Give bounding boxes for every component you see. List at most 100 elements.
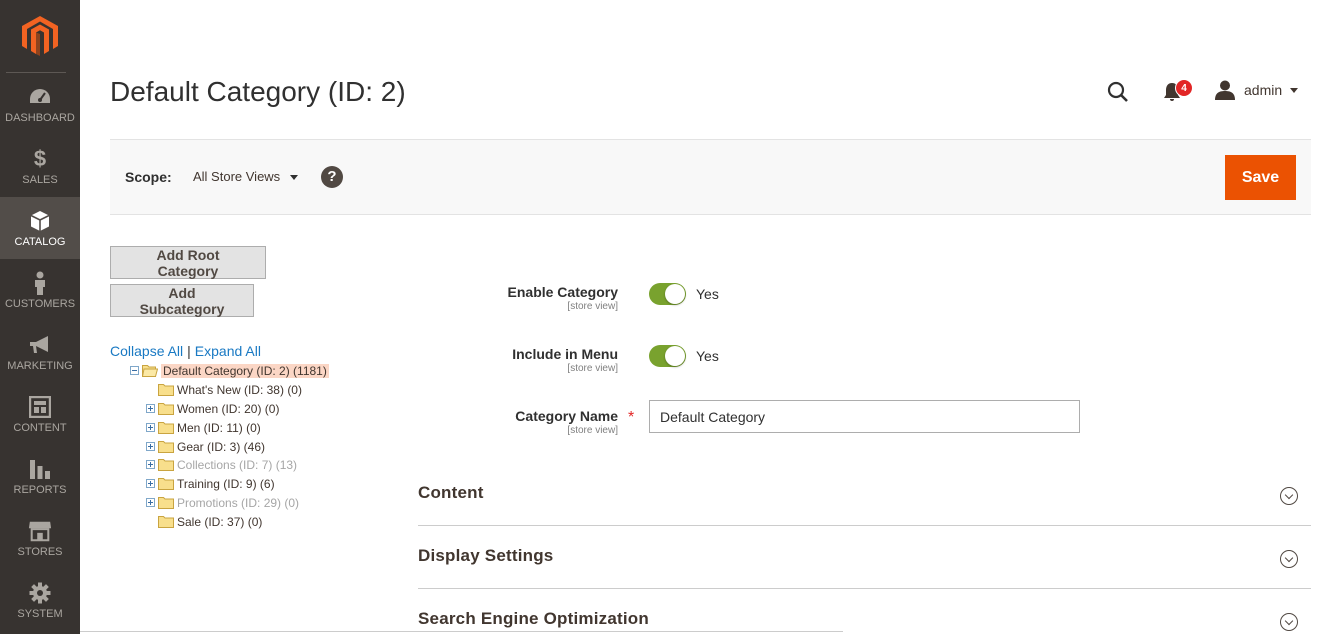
sidebar-item-label: DASHBOARD	[5, 111, 75, 124]
collapse-node-icon[interactable]	[130, 366, 139, 375]
folder-icon	[158, 459, 174, 471]
collapse-all-link[interactable]: Collapse All	[110, 343, 183, 359]
folder-open-icon	[142, 365, 158, 377]
chevron-down-circle-icon	[1280, 487, 1298, 505]
save-button[interactable]: Save	[1225, 155, 1296, 200]
sidebar-item-label: SYSTEM	[17, 607, 63, 620]
bar-chart-icon	[28, 457, 52, 481]
admin-user-menu[interactable]: admin	[1214, 79, 1299, 101]
section-display-settings[interactable]: Display Settings	[418, 526, 1311, 589]
sidebar-item-customers[interactable]: CUSTOMERS	[0, 259, 80, 321]
tree-node-women[interactable]: Women (ID: 20) (0)	[146, 399, 279, 418]
notification-count-badge: 4	[1175, 79, 1193, 97]
enable-category-value: Yes	[696, 286, 719, 302]
tree-node-label: Collections (ID: 7) (13)	[177, 457, 298, 472]
dashboard-icon	[28, 85, 52, 109]
chevron-down-icon	[290, 175, 299, 180]
sidebar-item-sales[interactable]: $ SALES	[0, 135, 80, 197]
include-in-menu-value: Yes	[696, 348, 719, 364]
sidebar-item-label: CATALOG	[14, 235, 66, 248]
tree-node-default-category[interactable]: Default Category (ID: 2) (1181)	[130, 361, 329, 380]
expand-node-icon[interactable]	[146, 479, 155, 488]
chevron-down-icon	[1290, 87, 1299, 93]
sidebar-item-marketing[interactable]: MARKETING	[0, 321, 80, 383]
megaphone-icon	[28, 333, 52, 357]
expand-node-icon[interactable]	[146, 460, 155, 469]
sidebar-item-system[interactable]: SYSTEM	[0, 569, 80, 631]
expand-node-icon[interactable]	[146, 404, 155, 413]
expand-node-icon[interactable]	[146, 498, 155, 507]
sidebar-item-label: CUSTOMERS	[4, 297, 76, 310]
section-content[interactable]: Content	[418, 463, 1311, 526]
field-label-text: Enable Category	[507, 284, 618, 300]
tree-node-training[interactable]: Training (ID: 9) (6)	[146, 474, 275, 493]
tree-node-whats-new[interactable]: What's New (ID: 38) (0)	[158, 380, 302, 399]
section-title: Search Engine Optimization	[418, 609, 649, 628]
footer-divider	[80, 631, 843, 632]
tree-node-sale[interactable]: Sale (ID: 37) (0)	[158, 512, 262, 531]
category-name-label: Category Name [store view]	[515, 408, 618, 436]
include-in-menu-label: Include in Menu [store view]	[512, 346, 618, 374]
scope-switcher[interactable]: All Store Views	[193, 169, 299, 184]
sidebar-item-stores[interactable]: STORES	[0, 507, 80, 569]
expand-all-link[interactable]: Expand All	[195, 343, 261, 359]
global-search-button[interactable]	[1106, 80, 1130, 104]
expand-node-icon[interactable]	[146, 442, 155, 451]
sidebar-item-content[interactable]: CONTENT	[0, 383, 80, 445]
sidebar-item-catalog[interactable]: CATALOG	[0, 197, 80, 259]
folder-icon	[158, 422, 174, 434]
toggle-knob	[665, 346, 685, 366]
chevron-down-circle-icon	[1280, 613, 1298, 631]
tree-node-men[interactable]: Men (ID: 11) (0)	[146, 418, 261, 437]
folder-icon	[158, 441, 174, 453]
field-scope-note: [store view]	[567, 425, 618, 436]
tree-node-label: Sale (ID: 37) (0)	[177, 514, 263, 529]
tree-node-promotions[interactable]: Promotions (ID: 29) (0)	[146, 493, 299, 512]
include-in-menu-toggle[interactable]	[649, 345, 686, 367]
add-root-category-button[interactable]: Add Root Category	[110, 246, 266, 279]
section-title: Display Settings	[418, 546, 554, 565]
tree-node-label: Gear (ID: 3) (46)	[177, 439, 266, 454]
enable-category-label: Enable Category [store view]	[508, 284, 618, 312]
tree-node-label: Training (ID: 9) (6)	[177, 476, 275, 491]
tree-node-label: Women (ID: 20) (0)	[177, 401, 280, 416]
box-icon	[28, 209, 52, 233]
tree-node-collections[interactable]: Collections (ID: 7) (13)	[146, 455, 297, 474]
folder-icon	[158, 478, 174, 490]
tree-node-label: Default Category (ID: 2) (1181)	[161, 363, 329, 378]
sidebar-item-label: STORES	[17, 545, 63, 558]
folder-icon	[158, 384, 174, 396]
expand-node-icon[interactable]	[146, 423, 155, 432]
sidebar-item-dashboard[interactable]: DASHBOARD	[0, 73, 80, 135]
tree-node-gear[interactable]: Gear (ID: 3) (46)	[146, 437, 265, 456]
search-icon	[1107, 81, 1128, 102]
scope-switcher-value: All Store Views	[193, 169, 281, 184]
storefront-icon	[28, 519, 52, 543]
add-subcategory-button[interactable]: Add Subcategory	[110, 284, 254, 317]
magento-logo[interactable]	[0, 0, 80, 72]
user-icon	[1215, 80, 1235, 100]
category-name-input[interactable]	[649, 400, 1080, 433]
sidebar-item-reports[interactable]: REPORTS	[0, 445, 80, 507]
field-label-text: Include in Menu	[512, 346, 618, 362]
folder-icon	[158, 516, 174, 528]
folder-icon	[158, 497, 174, 509]
required-marker: *	[628, 409, 635, 426]
tree-node-label: What's New (ID: 38) (0)	[177, 382, 302, 397]
admin-sidebar: DASHBOARD $ SALES CATALOG CUSTOMERS MARK…	[0, 0, 80, 634]
person-icon	[28, 271, 52, 295]
page-title: Default Category (ID: 2)	[110, 76, 406, 107]
chevron-down-circle-icon	[1280, 550, 1298, 568]
scope-label: Scope:	[125, 169, 172, 185]
tree-node-label: Promotions (ID: 29) (0)	[177, 495, 300, 510]
gear-icon	[28, 581, 52, 605]
section-title: Content	[418, 483, 484, 502]
enable-category-toggle[interactable]	[649, 283, 686, 305]
help-icon[interactable]: ?	[321, 166, 343, 188]
scope-toolbar: Scope: All Store Views ? Save	[110, 139, 1311, 215]
field-label-text: Category Name	[515, 408, 618, 424]
magento-logo-icon	[22, 16, 58, 56]
dollar-icon: $	[33, 145, 47, 171]
section-search-engine-optimization[interactable]: Search Engine Optimization	[418, 589, 1311, 634]
tree-node-label: Men (ID: 11) (0)	[177, 420, 261, 435]
